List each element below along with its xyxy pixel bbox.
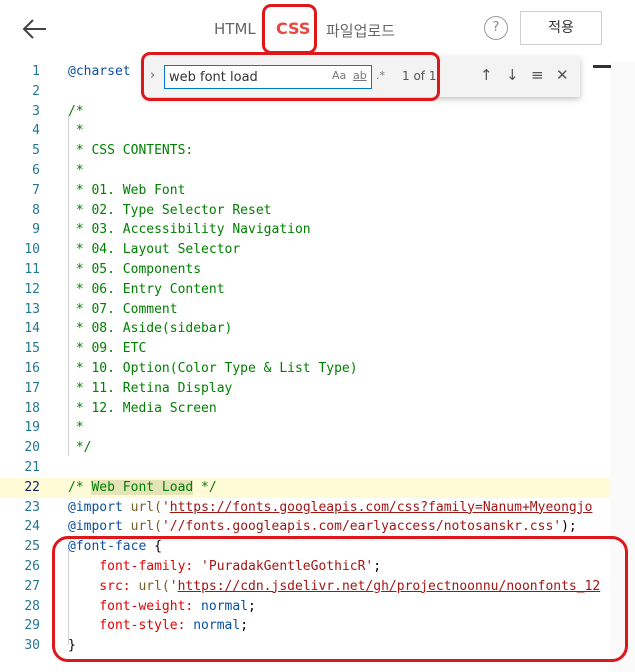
line-number: 13 <box>24 301 40 317</box>
code-line: 7 * 01. Web Font <box>0 181 610 201</box>
line-number: 8 <box>32 202 40 218</box>
line-number: 5 <box>32 143 40 159</box>
arrow-up-icon[interactable]: ↑ <box>480 66 493 84</box>
line-code: * 12. Media Screen <box>68 400 217 416</box>
code-token: @import <box>68 519 123 535</box>
code-line: 12 * 06. Entry Content <box>0 280 610 300</box>
find-highlight-outline <box>141 52 440 101</box>
line-number: 6 <box>32 163 40 178</box>
line-number: 30 <box>24 638 40 654</box>
line-number: 10 <box>24 242 40 258</box>
code-line-current: 22 /* Web Font Load */ <box>0 477 610 498</box>
code-token: */ <box>193 479 217 495</box>
code-line: 9 * 03. Accessibility Navigation <box>0 220 610 240</box>
line-code: * 05. Components <box>68 262 202 277</box>
line-number: 4 <box>32 123 40 139</box>
line-code: * <box>68 420 84 436</box>
code-line: 17 * 11. Retina Display <box>0 379 610 399</box>
line-code: @import url('//fonts.googleapis.com/earl… <box>68 517 577 537</box>
code-line: 13 * 07. Comment <box>0 300 610 320</box>
line-number: 3 <box>32 103 40 119</box>
code-line: 11 * 05. Components <box>0 260 610 280</box>
line-code: */ <box>68 440 92 456</box>
code-token: '//fonts.googleapis.com/earlyaccess/noto… <box>161 519 562 535</box>
line-code: * <box>68 123 84 139</box>
line-code: @import url('https://fonts.googleapis.co… <box>68 498 592 518</box>
line-number: 9 <box>32 222 40 238</box>
line-number: 22 <box>24 479 40 495</box>
code-line: 21 <box>0 458 610 478</box>
line-number: 11 <box>24 262 40 277</box>
line-code: * 02. Type Selector Reset <box>68 202 272 218</box>
css-tab-highlight <box>262 4 317 54</box>
code-line: 3 /* <box>0 102 610 122</box>
code-line: 20 */ <box>0 438 610 458</box>
overview-ruler-marker <box>593 65 611 68</box>
code-line: 24 @import url('//fonts.googleapis.com/ea… <box>0 517 610 537</box>
code-token: url( <box>122 519 162 535</box>
arrow-down-icon[interactable]: ↓ <box>506 66 519 84</box>
line-code: * CSS CONTENTS: <box>68 143 194 159</box>
line-code: /* Web Font Load */ <box>68 478 217 498</box>
line-number: 7 <box>32 182 40 198</box>
code-line: 8 * 02. Type Selector Reset <box>0 201 610 221</box>
line-number: 20 <box>24 440 40 456</box>
line-code: * 11. Retina Display <box>68 380 233 396</box>
line-number: 1 <box>32 64 40 79</box>
line-number: 21 <box>24 460 40 475</box>
line-number: 28 <box>24 598 40 614</box>
line-code: * 01. Web Font <box>68 182 186 198</box>
line-code: * 06. Entry Content <box>68 281 225 297</box>
back-arrow-icon[interactable] <box>20 14 50 44</box>
code-line: 4 * <box>0 121 610 141</box>
line-code: * <box>68 163 84 178</box>
line-number: 15 <box>24 341 40 357</box>
line-number: 26 <box>24 559 40 574</box>
line-number: 24 <box>24 519 40 535</box>
line-number: 27 <box>24 578 40 594</box>
line-number: 25 <box>24 539 40 555</box>
line-number: 2 <box>32 83 40 99</box>
find-match: Web Font Load <box>91 479 194 495</box>
line-number: 14 <box>24 321 40 337</box>
code-line: 16 * 10. Option(Color Type & List Type) <box>0 359 610 379</box>
line-code: * 03. Accessibility Navigation <box>68 222 311 238</box>
apply-button[interactable]: 적용 <box>520 11 602 45</box>
tab-html[interactable]: HTML <box>214 20 256 38</box>
selection-icon[interactable]: ≡ <box>531 66 544 84</box>
code-token: /* <box>68 479 92 495</box>
code-url[interactable]: https://fonts.googleapis.com/css?family=… <box>170 500 593 515</box>
code-line: 14 * 08. Aside(sidebar) <box>0 319 610 339</box>
line-number: 12 <box>24 281 40 297</box>
line-code: * 08. Aside(sidebar) <box>68 321 233 337</box>
code-line: 15 * 09. ETC <box>0 339 610 359</box>
close-icon[interactable]: ✕ <box>556 66 569 84</box>
font-face-highlight-outline <box>52 536 628 662</box>
line-code: @charset <box>68 64 131 79</box>
line-number: 23 <box>24 499 40 515</box>
line-code: * 04. Layout Selector <box>68 242 241 258</box>
code-line: 23 @import url('https://fonts.googleapis.… <box>0 498 610 518</box>
code-token: ' <box>161 499 170 515</box>
code-token: ); <box>561 519 577 535</box>
line-code: * 09. ETC <box>68 341 147 357</box>
code-line: 10 * 04. Layout Selector <box>0 240 610 260</box>
line-number: 19 <box>24 420 40 436</box>
code-token: url( <box>122 499 162 515</box>
line-code: /* <box>68 103 84 119</box>
line-code: * 10. Option(Color Type & List Type) <box>68 361 358 376</box>
code-token: @import <box>68 499 123 515</box>
code-line: 19 * <box>0 418 610 438</box>
help-icon[interactable]: ? <box>484 16 508 40</box>
code-line: 6 * <box>0 161 610 181</box>
code-line: 18 * 12. Media Screen <box>0 399 610 419</box>
line-number: 18 <box>24 400 40 416</box>
line-number: 16 <box>24 361 40 376</box>
code-line: 5 * CSS CONTENTS: <box>0 141 610 161</box>
line-code: * 07. Comment <box>68 301 178 317</box>
line-number: 29 <box>24 618 40 634</box>
tab-file-upload[interactable]: 파일업로드 <box>326 20 395 41</box>
line-number: 17 <box>24 380 40 396</box>
